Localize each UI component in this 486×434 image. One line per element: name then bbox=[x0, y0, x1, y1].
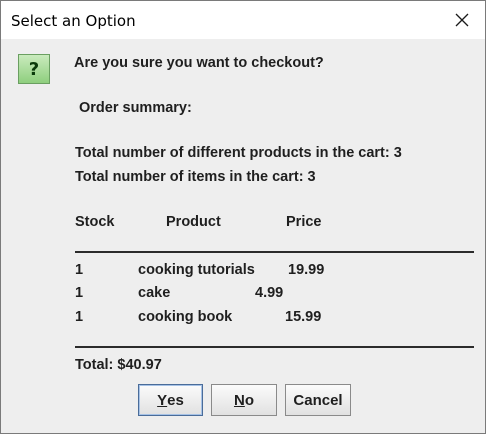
confirm-question: Are you sure you want to checkout? bbox=[74, 55, 324, 71]
no-button[interactable]: No bbox=[211, 384, 277, 416]
yes-mnemonic: Y bbox=[157, 391, 168, 409]
yes-label-rest: es bbox=[167, 391, 184, 409]
row-product: cooking tutorials bbox=[138, 262, 255, 278]
row-price: 15.99 bbox=[285, 309, 322, 325]
no-label-rest: o bbox=[244, 391, 254, 409]
distinct-products-count: Total number of different products in th… bbox=[75, 145, 402, 161]
question-mark-icon: ? bbox=[18, 54, 50, 84]
table-top-divider bbox=[75, 251, 474, 253]
row-stock: 1 bbox=[75, 285, 84, 301]
close-button[interactable] bbox=[439, 1, 485, 39]
row-stock: 1 bbox=[75, 309, 84, 325]
row-product: cake bbox=[138, 285, 171, 301]
order-total: Total: $40.97 bbox=[75, 357, 162, 373]
row-price: 19.99 bbox=[288, 262, 325, 278]
no-mnemonic: N bbox=[233, 391, 245, 409]
items-count: Total number of items in the cart: 3 bbox=[75, 169, 316, 185]
row-product: cooking book bbox=[138, 309, 233, 325]
checkout-confirm-dialog: Select an Option ? Are you sure you want… bbox=[0, 0, 486, 434]
column-header-product: Product bbox=[166, 214, 221, 230]
row-price: 4.99 bbox=[255, 285, 284, 301]
yes-button[interactable]: Yes bbox=[138, 384, 203, 416]
column-header-stock: Stock bbox=[75, 214, 115, 230]
order-summary-heading: Order summary: bbox=[79, 100, 192, 116]
table-bottom-divider bbox=[75, 346, 474, 348]
column-header-price: Price bbox=[286, 214, 322, 230]
close-icon bbox=[455, 13, 469, 27]
dialog-title: Select an Option bbox=[11, 12, 136, 30]
row-stock: 1 bbox=[75, 262, 84, 278]
cancel-button[interactable]: Cancel bbox=[285, 384, 351, 416]
title-bar: Select an Option bbox=[1, 1, 485, 39]
